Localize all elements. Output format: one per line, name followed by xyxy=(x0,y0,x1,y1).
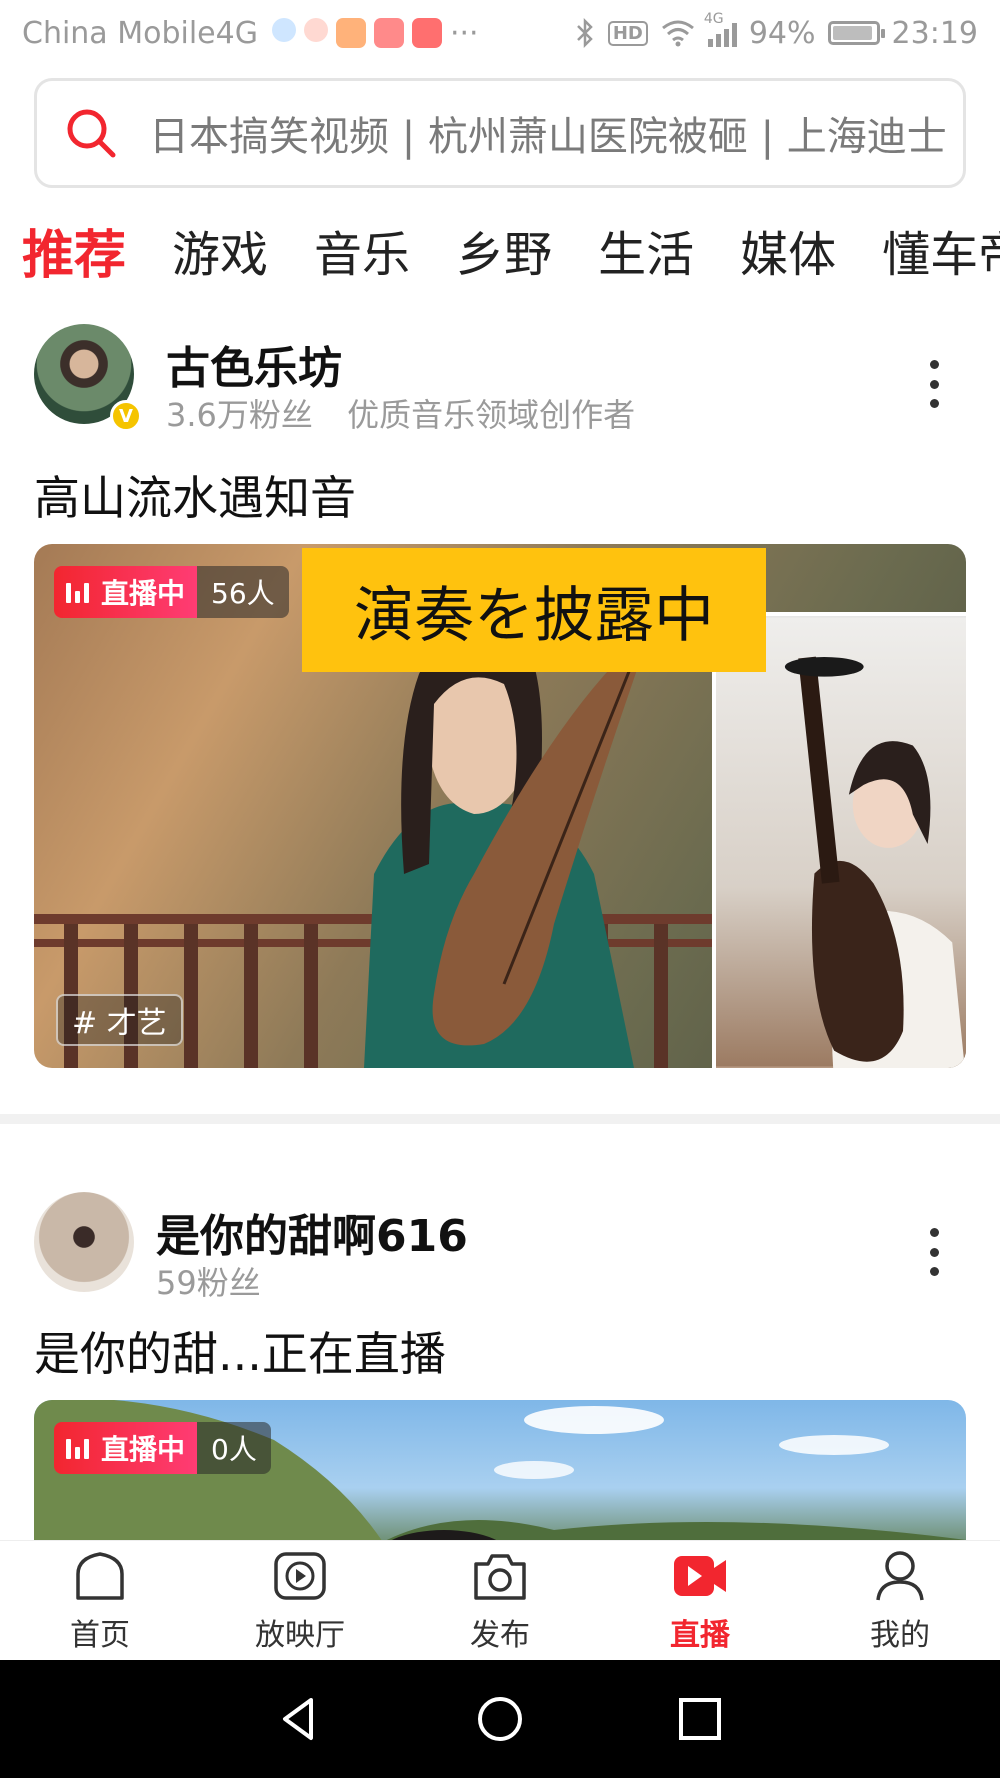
play-icon xyxy=(274,1551,326,1600)
avatar[interactable] xyxy=(34,1192,134,1292)
home-circle-icon[interactable] xyxy=(475,1694,525,1744)
bottom-nav: 首页 放映厅 发布 直播 我的 xyxy=(0,1540,1000,1660)
notification-app-icon xyxy=(411,18,442,48)
author-row: V 古色乐坊 3.6万粉丝 优质音乐领域创作者 xyxy=(0,312,1000,434)
feed-divider xyxy=(0,1114,1000,1124)
search-icon xyxy=(67,109,116,158)
nav-label: 放映厅 xyxy=(255,1617,345,1653)
author-name[interactable]: 古色乐坊 xyxy=(166,332,342,396)
battery-icon xyxy=(827,21,885,45)
cover-caption: 演奏を披露中 xyxy=(302,548,766,672)
carrier-name: China Mobile4G xyxy=(22,15,258,51)
topic-tag[interactable]: # 才艺 xyxy=(56,994,183,1046)
nav-publish[interactable]: 发布 xyxy=(400,1541,600,1660)
notification-app-icon xyxy=(303,18,328,42)
search-placeholder: 日本搞笑视频 | 杭州萧山医院被砸 | 上海迪士 xyxy=(149,114,947,160)
system-nav-bar xyxy=(0,1660,1000,1778)
author-meta: 59粉丝 xyxy=(156,1258,261,1304)
live-indicator: 直播中 xyxy=(54,1422,198,1474)
tab-games[interactable]: 游戏 xyxy=(172,215,268,285)
tab-life[interactable]: 生活 xyxy=(598,215,694,285)
live-cover[interactable]: 直播中 56人 演奏を披露中 # 才艺 xyxy=(34,544,966,1068)
live-video-icon xyxy=(674,1555,726,1596)
tab-countryside[interactable]: 乡野 xyxy=(456,215,552,285)
hd-icon: HD xyxy=(607,20,648,46)
live-indicator: 直播中 xyxy=(54,566,198,618)
back-icon[interactable] xyxy=(275,1694,325,1744)
search-bar[interactable]: 日本搞笑视频 | 杭州萧山医院被砸 | 上海迪士 xyxy=(34,78,966,188)
bluetooth-icon xyxy=(576,17,593,49)
live-label: 直播中 xyxy=(101,1433,186,1466)
more-notifications-icon: ··· xyxy=(449,15,479,51)
viewer-count: 0人 xyxy=(197,1422,271,1474)
live-cover[interactable]: 直播中 0人 xyxy=(34,1400,966,1560)
profile-icon xyxy=(876,1550,924,1600)
nav-label: 直播 xyxy=(670,1617,730,1653)
recents-icon[interactable] xyxy=(675,1694,725,1744)
post-title[interactable]: 高山流水遇知音 xyxy=(34,462,356,528)
battery-fill xyxy=(832,26,872,40)
verified-badge-icon: V xyxy=(110,400,142,432)
author-row: 是你的甜啊616 59粉丝 xyxy=(0,1180,1000,1302)
live-label: 直播中 xyxy=(101,577,186,610)
nav-label: 我的 xyxy=(870,1617,930,1653)
clock: 23:19 xyxy=(891,15,978,51)
feed-card: V 古色乐坊 3.6万粉丝 优质音乐领域创作者 高山流水遇知音 直播中 56人 … xyxy=(0,312,1000,1068)
nav-theater[interactable]: 放映厅 xyxy=(200,1541,400,1660)
more-options-icon[interactable] xyxy=(924,1228,944,1276)
live-bars-icon xyxy=(66,1437,89,1459)
nav-live[interactable]: 直播 xyxy=(600,1541,800,1660)
nav-label: 首页 xyxy=(70,1617,130,1653)
battery-percent: 94% xyxy=(748,15,816,51)
post-title[interactable]: 是你的甜...正在直播 xyxy=(34,1318,446,1384)
category-tabs: 推荐 游戏 音乐 乡野 生活 媒体 懂车帝 xyxy=(0,210,1000,290)
author-description: 优质音乐领域创作者 xyxy=(347,396,636,434)
wifi-icon xyxy=(661,20,694,47)
tab-dongchedi[interactable]: 懂车帝 xyxy=(882,215,1000,285)
carrier-group: China Mobile4G ··· xyxy=(22,16,479,51)
tab-recommend[interactable]: 推荐 xyxy=(22,213,126,288)
network-type-label: 4G xyxy=(703,11,724,27)
status-right: HD 4G 94% 23:19 xyxy=(574,11,978,51)
home-icon xyxy=(76,1551,124,1600)
nav-home[interactable]: 首页 xyxy=(0,1541,200,1660)
tab-music[interactable]: 音乐 xyxy=(314,215,410,285)
author-meta: 3.6万粉丝 优质音乐领域创作者 xyxy=(166,390,635,436)
notification-app-icon xyxy=(373,18,404,48)
nav-label: 发布 xyxy=(470,1617,530,1653)
cover-image-pipa-player xyxy=(712,612,966,1068)
status-bar: China Mobile4G ··· HD 4G 94% 23:19 xyxy=(0,0,1000,66)
tab-media[interactable]: 媒体 xyxy=(740,215,836,285)
notification-icons xyxy=(271,18,442,48)
live-bars-icon xyxy=(66,581,89,603)
nav-profile[interactable]: 我的 xyxy=(800,1541,1000,1660)
feed-card: 是你的甜啊616 59粉丝 是你的甜...正在直播 直播中 0人 xyxy=(0,1180,1000,1560)
viewer-count: 56人 xyxy=(197,566,289,618)
notification-app-icon xyxy=(335,18,366,48)
camera-icon xyxy=(474,1553,526,1600)
follower-count: 3.6万粉丝 xyxy=(166,396,313,434)
signal-icon: 4G xyxy=(704,11,737,47)
notification-app-icon xyxy=(271,18,296,42)
live-badge: 直播中 56人 xyxy=(54,566,289,618)
follower-count: 59粉丝 xyxy=(156,1264,261,1302)
author-name[interactable]: 是你的甜啊616 xyxy=(156,1200,468,1264)
live-badge: 直播中 0人 xyxy=(54,1422,271,1474)
more-options-icon[interactable] xyxy=(924,360,944,408)
